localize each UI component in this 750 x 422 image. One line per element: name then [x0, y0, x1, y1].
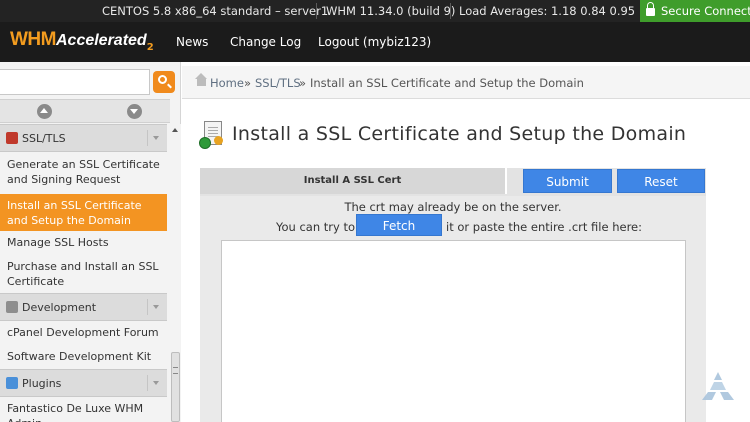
- sidebar-search: [0, 69, 176, 95]
- sidebar-item-install-ssl[interactable]: Install an SSL Certificate and Setup the…: [0, 194, 167, 231]
- secure-connection-badge[interactable]: Secure Connectio: [640, 0, 750, 22]
- sidebar: SSL/TLS Generate an SSL Certificate and …: [0, 62, 181, 422]
- development-icon: [6, 301, 18, 313]
- scroll-up-icon[interactable]: [37, 104, 52, 119]
- category-label: SSL/TLS: [22, 132, 66, 145]
- ssl-certificate-icon: [199, 121, 225, 151]
- form-header-label: Install A SSL Cert: [200, 168, 507, 194]
- sidebar-item-fantastico[interactable]: Fantastico De Luxe WHM Admin: [0, 401, 167, 422]
- breadcrumb: Home » SSL/TLS » Install an SSL Certific…: [182, 66, 750, 99]
- top-header: WHMAccelerated2 News Change Log Logout (…: [0, 22, 750, 62]
- nav-news-link[interactable]: News: [176, 22, 208, 62]
- home-icon[interactable]: [195, 73, 207, 86]
- crt-notice-text: The crt may already be on the server.: [344, 200, 562, 214]
- fetch-prefix-text: You can try to: [276, 220, 356, 234]
- sidebar-category-development[interactable]: Development: [0, 293, 167, 321]
- sidebar-category-ssl-tls[interactable]: SSL/TLS: [0, 124, 167, 152]
- search-icon: [158, 75, 167, 84]
- form-header: Install A SSL Cert Submit Reset: [200, 168, 706, 194]
- breadcrumb-home-link[interactable]: Home: [210, 76, 244, 90]
- chevron-down-icon[interactable]: [147, 299, 163, 315]
- status-divider: [450, 3, 451, 19]
- fetch-button[interactable]: Fetch: [356, 214, 442, 236]
- sidebar-search-input[interactable]: [0, 69, 150, 95]
- sidebar-category-plugins[interactable]: Plugins: [0, 369, 167, 397]
- breadcrumb-ssl-tls-link[interactable]: SSL/TLS: [255, 76, 301, 90]
- status-divider: [316, 3, 317, 19]
- server-status-bar: CENTOS 5.8 x86_64 standard – server1 WHM…: [0, 0, 750, 22]
- secure-connection-label: Secure Connectio: [661, 4, 750, 18]
- breadcrumb-separator: »: [244, 76, 252, 90]
- scroll-down-icon[interactable]: [127, 104, 142, 119]
- watermark-logo-icon: [702, 372, 734, 400]
- sidebar-item-purchase-install-ssl[interactable]: Purchase and Install an SSL Certificate: [0, 259, 167, 289]
- os-info: CENTOS 5.8 x86_64 standard – server1: [102, 4, 329, 18]
- chevron-down-icon[interactable]: [147, 130, 163, 146]
- nav-logout-link[interactable]: Logout (mybiz123): [318, 22, 431, 62]
- breadcrumb-separator: »: [299, 76, 307, 90]
- logo-whm-text: WHM: [10, 29, 56, 50]
- sidebar-item-generate-ssl-csr[interactable]: Generate an SSL Certificate and Signing …: [0, 157, 167, 187]
- sidebar-item-cpanel-dev-forum[interactable]: cPanel Development Forum: [0, 325, 167, 340]
- reset-button[interactable]: Reset: [617, 169, 705, 193]
- logo-accelerated-text: Accelerated: [55, 32, 147, 49]
- category-label: Development: [22, 301, 97, 314]
- category-label: Plugins: [22, 377, 62, 390]
- download-badge-icon: [199, 137, 211, 149]
- logo-version-mark: 2: [146, 42, 154, 53]
- nav-change-log-link[interactable]: Change Log: [230, 22, 301, 62]
- scrollbar-thumb[interactable]: [171, 352, 180, 422]
- ssl-icon: [6, 132, 18, 144]
- form-body: The crt may already be on the server. Yo…: [200, 196, 706, 422]
- plugins-icon: [6, 377, 18, 389]
- menu-scroll-controls: [0, 99, 170, 123]
- sidebar-item-software-dev-kit[interactable]: Software Development Kit: [0, 349, 167, 364]
- seal-icon: [214, 136, 223, 145]
- breadcrumb-current: Install an SSL Certificate and Setup the…: [310, 76, 584, 90]
- fetch-suffix-text: it or paste the entire .crt file here:: [446, 220, 642, 234]
- sidebar-item-manage-ssl-hosts[interactable]: Manage SSL Hosts: [0, 235, 167, 250]
- lock-icon: [646, 2, 655, 16]
- chevron-down-icon[interactable]: [147, 375, 163, 391]
- sidebar-scrollbar[interactable]: [170, 124, 181, 422]
- install-ssl-form: Install A SSL Cert Submit Reset The crt …: [200, 168, 706, 422]
- whm-version: WHM 11.34.0 (build 9): [326, 4, 456, 18]
- scroll-arrow-up-icon[interactable]: [172, 128, 178, 132]
- page-title: Install a SSL Certificate and Setup the …: [232, 123, 687, 145]
- submit-button[interactable]: Submit: [523, 169, 612, 193]
- whm-logo[interactable]: WHMAccelerated2: [10, 29, 154, 55]
- whm-window: CENTOS 5.8 x86_64 standard – server1 WHM…: [0, 0, 750, 422]
- crt-textarea[interactable]: [221, 240, 686, 422]
- search-button[interactable]: [153, 71, 175, 93]
- load-averages: Load Averages: 1.18 0.84 0.95: [459, 4, 636, 18]
